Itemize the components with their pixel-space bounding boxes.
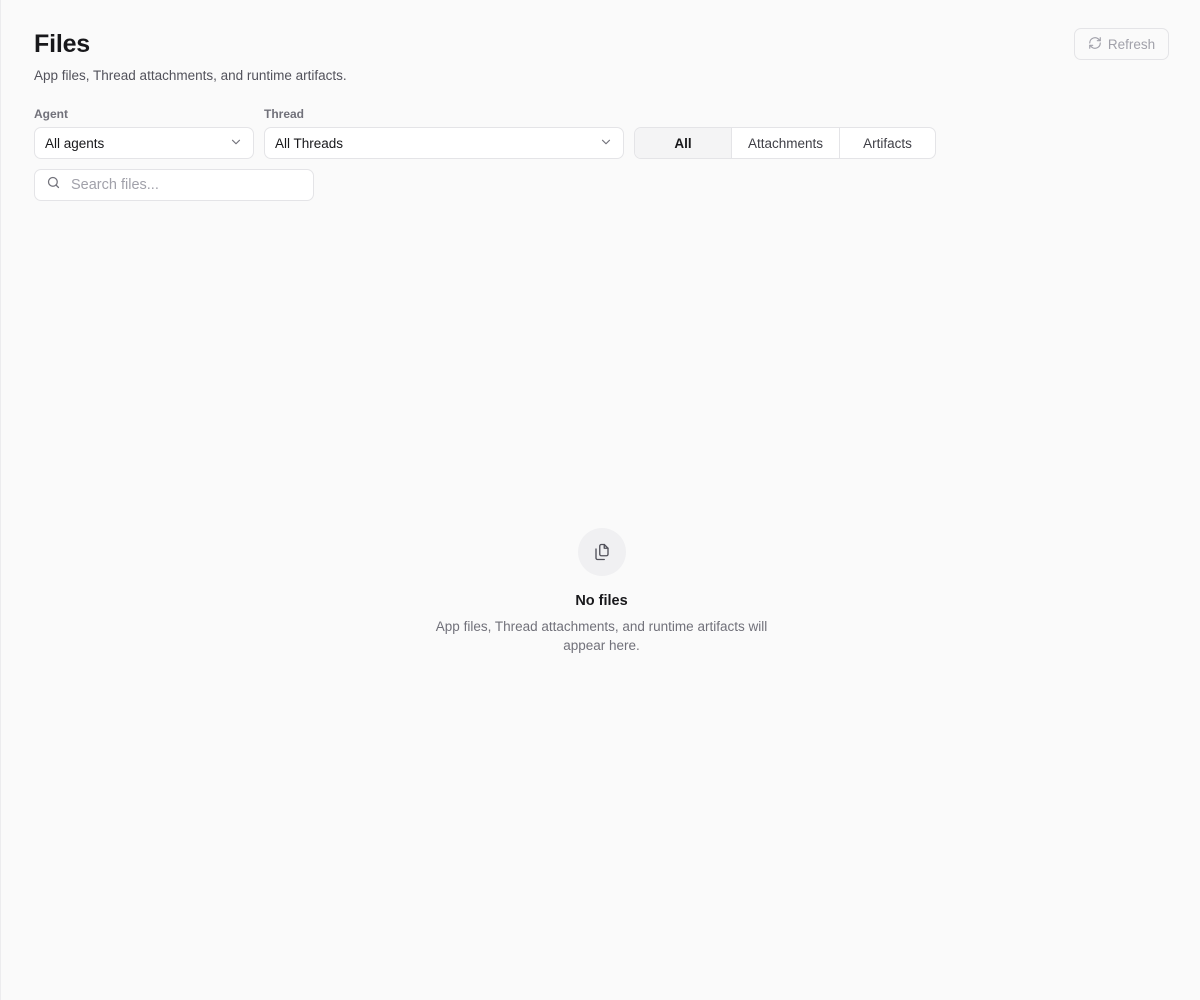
thread-select-value: All Threads	[275, 135, 344, 151]
refresh-label: Refresh	[1107, 36, 1156, 52]
empty-state-title: No files	[575, 593, 628, 609]
empty-state: No files App files, Thread attachments, …	[401, 528, 802, 655]
page-title: Files	[34, 30, 90, 58]
page-subtitle: App files, Thread attachments, and runti…	[34, 68, 347, 83]
empty-state-description: App files, Thread attachments, and runti…	[435, 619, 768, 653]
thread-select[interactable]: All Threads	[264, 127, 624, 159]
search-box	[34, 169, 314, 201]
search-input[interactable]	[71, 177, 291, 193]
files-icon	[577, 528, 626, 576]
agent-filter-label: Agent	[34, 107, 68, 121]
search-icon	[46, 175, 61, 195]
chevron-down-icon	[599, 135, 613, 152]
agent-select[interactable]: All agents	[34, 127, 254, 159]
chevron-down-icon	[229, 135, 243, 152]
agent-select-value: All agents	[45, 135, 105, 151]
tab-artifacts[interactable]: Artifacts	[839, 128, 935, 158]
refresh-button[interactable]: Refresh	[1074, 28, 1169, 60]
tab-attachments[interactable]: Attachments	[731, 128, 839, 158]
tab-all[interactable]: All	[635, 128, 731, 158]
files-page: Files App files, Thread attachments, and…	[0, 0, 1200, 1000]
file-type-segmented-control: All Attachments Artifacts	[634, 127, 936, 159]
thread-filter-label: Thread	[264, 107, 305, 121]
refresh-icon	[1088, 36, 1102, 53]
